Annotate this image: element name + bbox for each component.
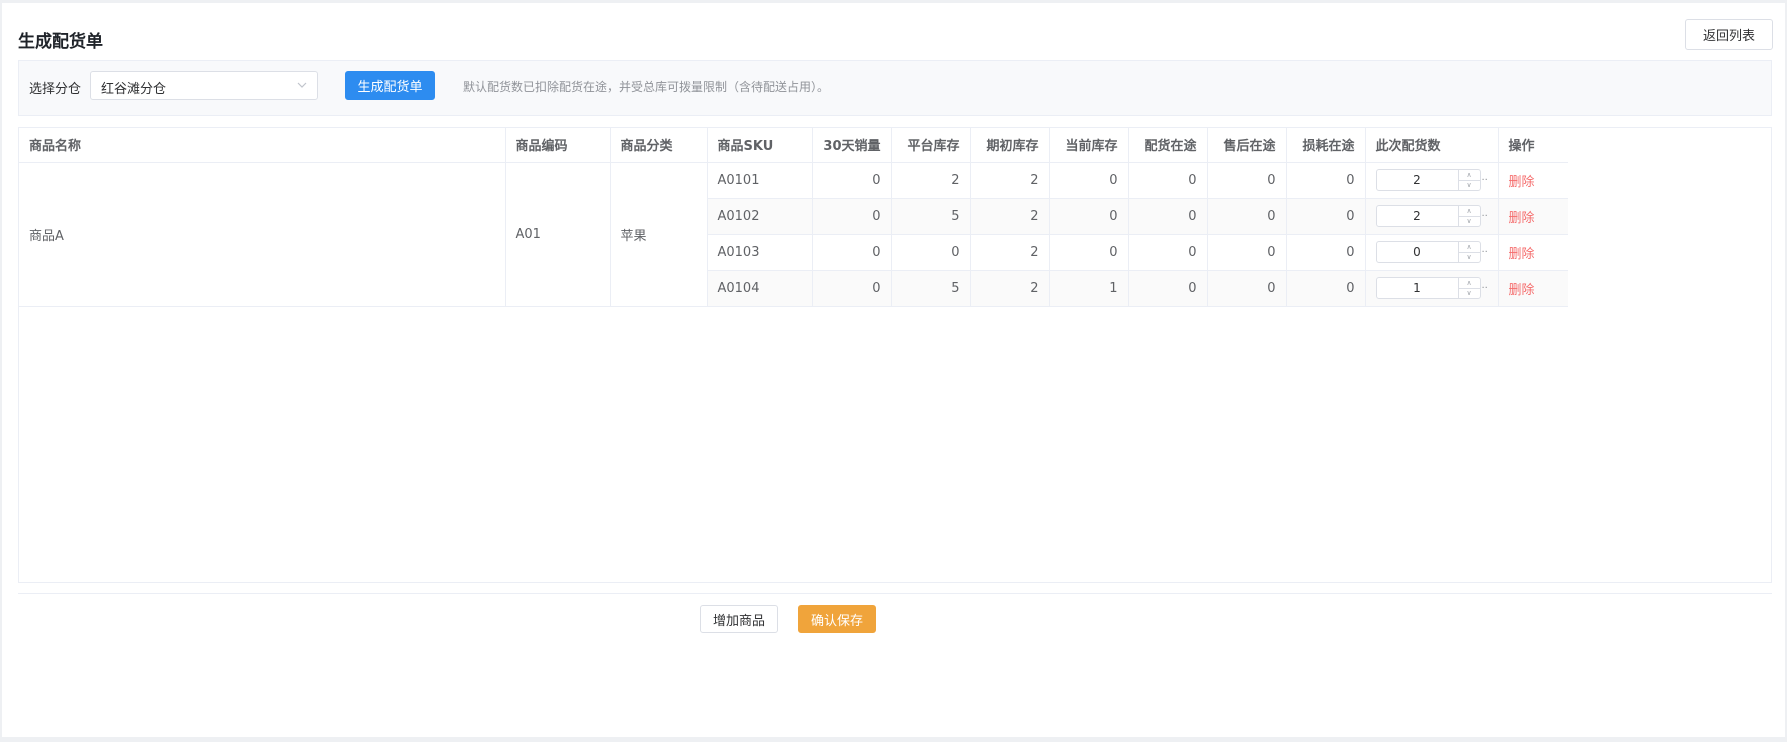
transit-cell: 0 (1128, 234, 1208, 271)
action-cell: 删除 (1498, 234, 1568, 271)
current-stock-cell: 0 (1049, 198, 1129, 235)
quantity-value[interactable]: 1 (1377, 281, 1458, 295)
initial-stock-cell: 2 (970, 162, 1050, 199)
loss-cell: 0 (1286, 198, 1366, 235)
sales-cell: 0 (812, 198, 892, 235)
header-sales-30d: 30天销量 (812, 128, 892, 163)
page-card: 生成配货单 返回列表 选择分仓 红谷滩分仓 生成配货单 默认配货数已扣除配货在途… (2, 3, 1785, 737)
qty-cell: 2 ∧ ∨ ·· (1365, 162, 1499, 199)
platform-stock-cell: 0 (891, 234, 971, 271)
quantity-stepper[interactable]: 2 ∧ ∨ (1375, 169, 1481, 191)
header-platform-stock: 平台库存 (891, 128, 971, 163)
aftersale-cell: 0 (1207, 234, 1287, 271)
table: 商品名称 商品编码 商品分类 商品SKU 30天销量 平台库存 期初库存 当前库… (19, 128, 1568, 307)
chevron-down-icon[interactable]: ∨ (1459, 216, 1480, 226)
initial-stock-cell: 2 (970, 270, 1050, 307)
header-product-name: 商品名称 (19, 128, 506, 163)
header-loss: 损耗在途 (1286, 128, 1366, 163)
aftersale-cell: 0 (1207, 162, 1287, 199)
sales-cell: 0 (812, 270, 892, 307)
stepper-controls: ∧ ∨ (1457, 242, 1480, 262)
current-stock-cell: 0 (1049, 162, 1129, 199)
aftersale-cell: 0 (1207, 270, 1287, 307)
product-code-cell: A01 (505, 162, 611, 307)
stepper-controls: ∧ ∨ (1457, 170, 1480, 190)
quantity-stepper[interactable]: 1 ∧ ∨ (1375, 277, 1481, 299)
quantity-value[interactable]: 2 (1377, 173, 1458, 187)
back-to-list-button[interactable]: 返回列表 (1685, 19, 1773, 50)
ellipsis-icon: ·· (1481, 174, 1488, 186)
page-title: 生成配货单 (18, 32, 103, 52)
sku-cell: A0104 (707, 270, 813, 307)
loss-cell: 0 (1286, 162, 1366, 199)
loss-cell: 0 (1286, 270, 1366, 307)
sku-cell: A0102 (707, 198, 813, 235)
quantity-value[interactable]: 2 (1377, 209, 1458, 223)
header-allocate-qty: 此次配货数 (1365, 128, 1499, 163)
current-stock-cell: 1 (1049, 270, 1129, 307)
ellipsis-icon: ·· (1481, 210, 1488, 222)
initial-stock-cell: 2 (970, 234, 1050, 271)
add-product-button[interactable]: 增加商品 (700, 605, 778, 633)
table-header-row: 商品名称 商品编码 商品分类 商品SKU 30天销量 平台库存 期初库存 当前库… (19, 128, 1568, 163)
product-name-cell: 商品A (19, 162, 506, 307)
header-aftersale: 售后在途 (1207, 128, 1287, 163)
header-product-code: 商品编码 (505, 128, 611, 163)
confirm-save-button[interactable]: 确认保存 (798, 605, 876, 633)
aftersale-cell: 0 (1207, 198, 1287, 235)
transit-cell: 0 (1128, 198, 1208, 235)
delete-link[interactable]: 删除 (1509, 211, 1535, 226)
delete-link[interactable]: 删除 (1509, 283, 1535, 298)
stepper-controls: ∧ ∨ (1457, 206, 1480, 226)
transit-cell: 0 (1128, 270, 1208, 307)
stepper-controls: ∧ ∨ (1457, 278, 1480, 298)
chevron-down-icon (297, 82, 307, 88)
sku-cell: A0101 (707, 162, 813, 199)
action-cell: 删除 (1498, 270, 1568, 307)
header-category: 商品分类 (610, 128, 708, 163)
warehouse-label: 选择分仓 (29, 82, 82, 97)
header-current-stock: 当前库存 (1049, 128, 1129, 163)
warehouse-select[interactable]: 红谷滩分仓 (90, 71, 318, 100)
loss-cell: 0 (1286, 234, 1366, 271)
chevron-down-icon[interactable]: ∨ (1459, 288, 1480, 298)
footer-divider (18, 593, 1772, 594)
sku-cell: A0103 (707, 234, 813, 271)
sales-cell: 0 (812, 162, 892, 199)
platform-stock-cell: 5 (891, 198, 971, 235)
header-actions: 操作 (1498, 128, 1568, 163)
filter-bar: 选择分仓 红谷滩分仓 生成配货单 默认配货数已扣除配货在途，并受总库可拨量限制（… (18, 60, 1772, 116)
sales-cell: 0 (812, 234, 892, 271)
product-category-cell: 苹果 (610, 162, 708, 307)
generate-order-button[interactable]: 生成配货单 (345, 71, 435, 100)
quantity-stepper[interactable]: 2 ∧ ∨ (1375, 205, 1481, 227)
ellipsis-icon: ·· (1481, 246, 1488, 258)
quantity-stepper[interactable]: 0 ∧ ∨ (1375, 241, 1481, 263)
current-stock-cell: 0 (1049, 234, 1129, 271)
quantity-value[interactable]: 0 (1377, 245, 1458, 259)
platform-stock-cell: 5 (891, 270, 971, 307)
action-cell: 删除 (1498, 162, 1568, 199)
qty-cell: 0 ∧ ∨ ·· (1365, 234, 1499, 271)
ellipsis-icon: ·· (1481, 282, 1488, 294)
chevron-down-icon[interactable]: ∨ (1459, 252, 1480, 262)
allocation-table: 商品名称 商品编码 商品分类 商品SKU 30天销量 平台库存 期初库存 当前库… (18, 127, 1772, 583)
transit-cell: 0 (1128, 162, 1208, 199)
header-transit: 配货在途 (1128, 128, 1208, 163)
initial-stock-cell: 2 (970, 198, 1050, 235)
qty-cell: 1 ∧ ∨ ·· (1365, 270, 1499, 307)
qty-cell: 2 ∧ ∨ ·· (1365, 198, 1499, 235)
hint-text: 默认配货数已扣除配货在途，并受总库可拨量限制（含待配送占用）。 (463, 80, 830, 94)
chevron-down-icon[interactable]: ∨ (1459, 180, 1480, 190)
warehouse-select-value: 红谷滩分仓 (101, 82, 167, 97)
header-initial-stock: 期初库存 (970, 128, 1050, 163)
header-sku: 商品SKU (707, 128, 813, 163)
action-cell: 删除 (1498, 198, 1568, 235)
delete-link[interactable]: 删除 (1509, 247, 1535, 262)
table-row: 商品A A01 苹果 A0101 0 2 2 0 0 0 0 2 ∧ ∨ ·· … (19, 162, 1568, 307)
platform-stock-cell: 2 (891, 162, 971, 199)
delete-link[interactable]: 删除 (1509, 175, 1535, 190)
